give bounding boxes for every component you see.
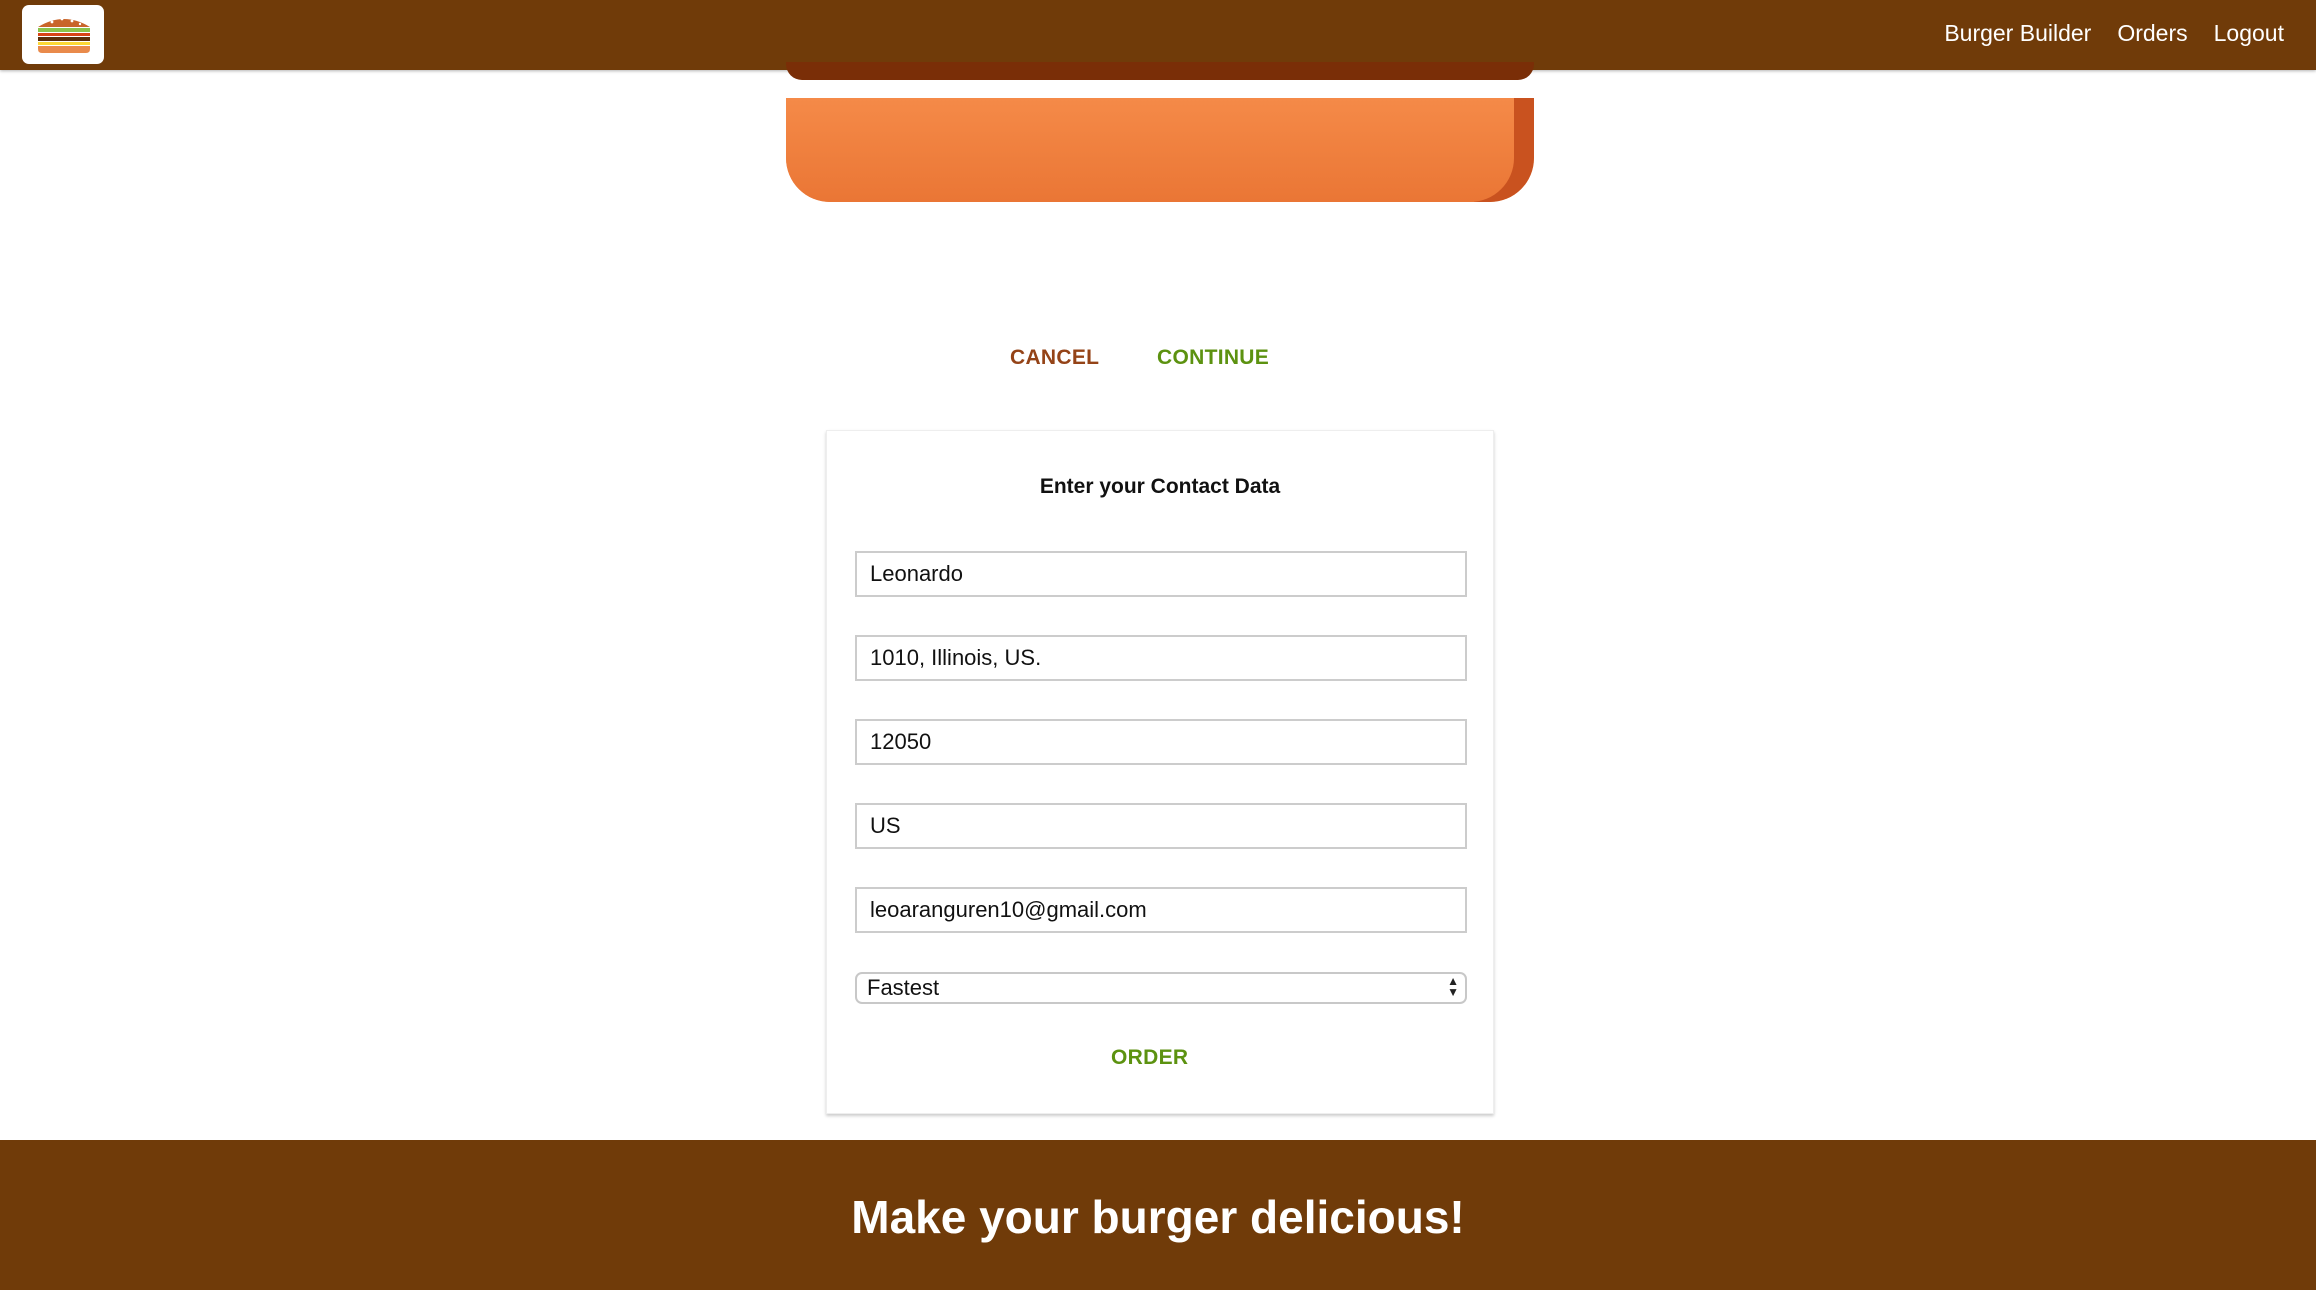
contact-title: Enter your Contact Data [1039,475,1281,498]
street-field[interactable] [855,635,1467,681]
select-arrows-icon: ▲ ▼ [1447,974,1459,999]
country-field[interactable] [855,803,1467,849]
zip-field[interactable] [855,719,1467,765]
contact-data-card: Enter your Contact Data Fastest ▲▼ ORDER [826,430,1494,1114]
email-field[interactable] [855,887,1467,933]
footer: Make your burger delicious! [0,1140,2316,1290]
nav-logout[interactable]: Logout [2201,0,2316,66]
toolbar: Burger Builder Orders Logout [0,0,2316,70]
main-nav: Burger Builder Orders Logout [1931,0,2316,66]
name-field[interactable] [855,551,1467,597]
burger-bottom-bread [786,98,1534,202]
burger-logo-icon [38,17,90,53]
nav-orders[interactable]: Orders [2104,0,2200,66]
nav-burger-builder[interactable]: Burger Builder [1931,0,2104,66]
continue-button[interactable]: CONTINUE [1157,346,1269,370]
delivery-method-select[interactable]: Fastest ▲ ▼ [855,972,1467,1004]
delivery-method-value: Fastest [867,975,940,1000]
burger-top-bread-edge [786,62,1534,80]
cancel-button[interactable]: CANCEL [1010,346,1099,370]
burger-logo[interactable] [22,5,104,64]
order-button[interactable]: ORDER [1111,1046,1188,1070]
footer-tagline: Make your burger delicious! [851,1191,1465,1243]
bread-face [786,98,1514,202]
